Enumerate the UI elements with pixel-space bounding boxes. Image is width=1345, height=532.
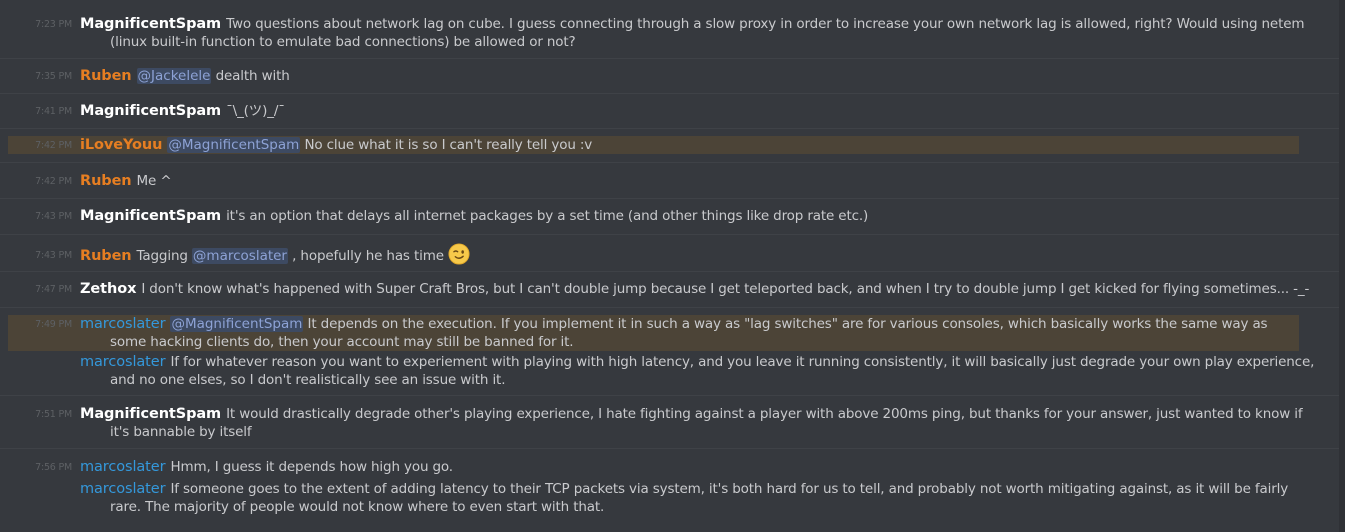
author-name[interactable]: iLoveYouu <box>80 137 162 153</box>
message-timestamp: 7:42 PM <box>35 176 72 187</box>
message-timestamp: 7:23 PM <box>35 19 72 30</box>
author-name[interactable]: marcoslater <box>80 481 166 497</box>
wink-emoji-icon <box>448 243 470 265</box>
message: marcoslater If for whatever reason you wa… <box>8 353 1319 389</box>
message-group: 7:41 PM MagnificentSpam ¯\_(ツ)_/¯ <box>0 94 1339 129</box>
message-text: dealth with <box>211 68 290 84</box>
message-text: Two questions about network lag on cube.… <box>110 16 1305 50</box>
author-name[interactable]: marcoslater <box>80 316 166 332</box>
chat-message-list: 7:23 PM MagnificentSpam Two questions abo… <box>0 0 1345 532</box>
message-group: 7:43 PM MagnificentSpam it's an option th… <box>0 199 1339 235</box>
message: 7:23 PM MagnificentSpam Two questions abo… <box>8 15 1319 51</box>
message-text: it's an option that delays all internet … <box>226 208 869 224</box>
message: 7:42 PM Ruben Me ^ <box>8 172 1319 190</box>
user-mention[interactable]: @Jackelele <box>136 68 212 84</box>
message-mentioned-highlight: 7:42 PM iLoveYouu @MagnificentSpam No clu… <box>8 136 1299 154</box>
message-text: Hmm, I guess it depends how high you go. <box>170 459 453 475</box>
message: 7:47 PM Zethox I don't know what's happen… <box>8 280 1319 298</box>
message-text: , hopefully he has time <box>288 248 444 264</box>
message-timestamp: 7:49 PM <box>35 319 72 330</box>
message-timestamp: 7:42 PM <box>35 140 72 151</box>
message-timestamp: 7:35 PM <box>35 71 72 82</box>
message-group: 7:47 PM Zethox I don't know what's happen… <box>0 272 1339 308</box>
message-timestamp: 7:43 PM <box>35 250 72 261</box>
message-group: 7:42 PM Ruben Me ^ <box>0 163 1339 199</box>
message-timestamp: 7:41 PM <box>35 106 72 117</box>
message: 7:35 PM Ruben @Jackelele dealth with <box>8 67 1319 85</box>
message-text: No clue what it is so I can't really tel… <box>300 137 593 153</box>
author-name[interactable]: Ruben <box>80 248 132 264</box>
message-text: If someone goes to the extent of adding … <box>110 481 1289 515</box>
scrollbar-track[interactable] <box>1339 0 1345 532</box>
message-text: Me ^ <box>136 173 172 189</box>
message-text: I don't know what's happened with Super … <box>141 281 1310 297</box>
message: 7:43 PM MagnificentSpam it's an option th… <box>8 207 1319 225</box>
author-name[interactable]: MagnificentSpam <box>80 406 221 422</box>
message-timestamp: 7:47 PM <box>35 284 72 295</box>
user-mention[interactable]: @MagnificentSpam <box>167 137 301 153</box>
author-name[interactable]: marcoslater <box>80 459 166 475</box>
message-group: 7:49 PM marcoslater @MagnificentSpam It d… <box>0 308 1339 396</box>
message-group: 7:43 PM Ruben Tagging @marcoslater , hope… <box>0 235 1339 272</box>
message: 7:41 PM MagnificentSpam ¯\_(ツ)_/¯ <box>8 102 1319 120</box>
author-name[interactable]: MagnificentSpam <box>80 103 221 119</box>
message-group: 7:56 PM marcoslater Hmm, I guess it depen… <box>0 449 1339 522</box>
message-timestamp: 7:56 PM <box>35 462 72 473</box>
message-mentioned-highlight: 7:49 PM marcoslater @MagnificentSpam It d… <box>8 315 1299 351</box>
message-group: 7:42 PM iLoveYouu @MagnificentSpam No clu… <box>0 129 1339 163</box>
author-name[interactable]: MagnificentSpam <box>80 208 221 224</box>
message-text: It would drastically degrade other's pla… <box>110 406 1303 440</box>
author-name[interactable]: MagnificentSpam <box>80 16 221 32</box>
message-group: 7:35 PM Ruben @Jackelele dealth with <box>0 59 1339 94</box>
message-text: Tagging <box>136 248 192 264</box>
user-mention[interactable]: @MagnificentSpam <box>170 316 304 332</box>
message-timestamp: 7:51 PM <box>35 409 72 420</box>
message-timestamp: 7:43 PM <box>35 211 72 222</box>
author-name[interactable]: Zethox <box>80 281 136 297</box>
author-name[interactable]: Ruben <box>80 68 132 84</box>
message-text: ¯\_(ツ)_/¯ <box>226 103 285 119</box>
message-group: 7:23 PM MagnificentSpam Two questions abo… <box>0 0 1339 59</box>
message: 7:51 PM MagnificentSpam It would drastica… <box>8 405 1319 441</box>
author-name[interactable]: marcoslater <box>80 354 166 370</box>
message-text: If for whatever reason you want to exper… <box>110 354 1315 388</box>
message: marcoslater If someone goes to the extent… <box>8 480 1319 516</box>
message: 7:56 PM marcoslater Hmm, I guess it depen… <box>8 458 1319 476</box>
message-group: 7:51 PM MagnificentSpam It would drastica… <box>0 396 1339 449</box>
message: 7:43 PM Ruben Tagging @marcoslater , hope… <box>8 243 1319 265</box>
user-mention[interactable]: @marcoslater <box>191 248 288 264</box>
author-name[interactable]: Ruben <box>80 173 132 189</box>
